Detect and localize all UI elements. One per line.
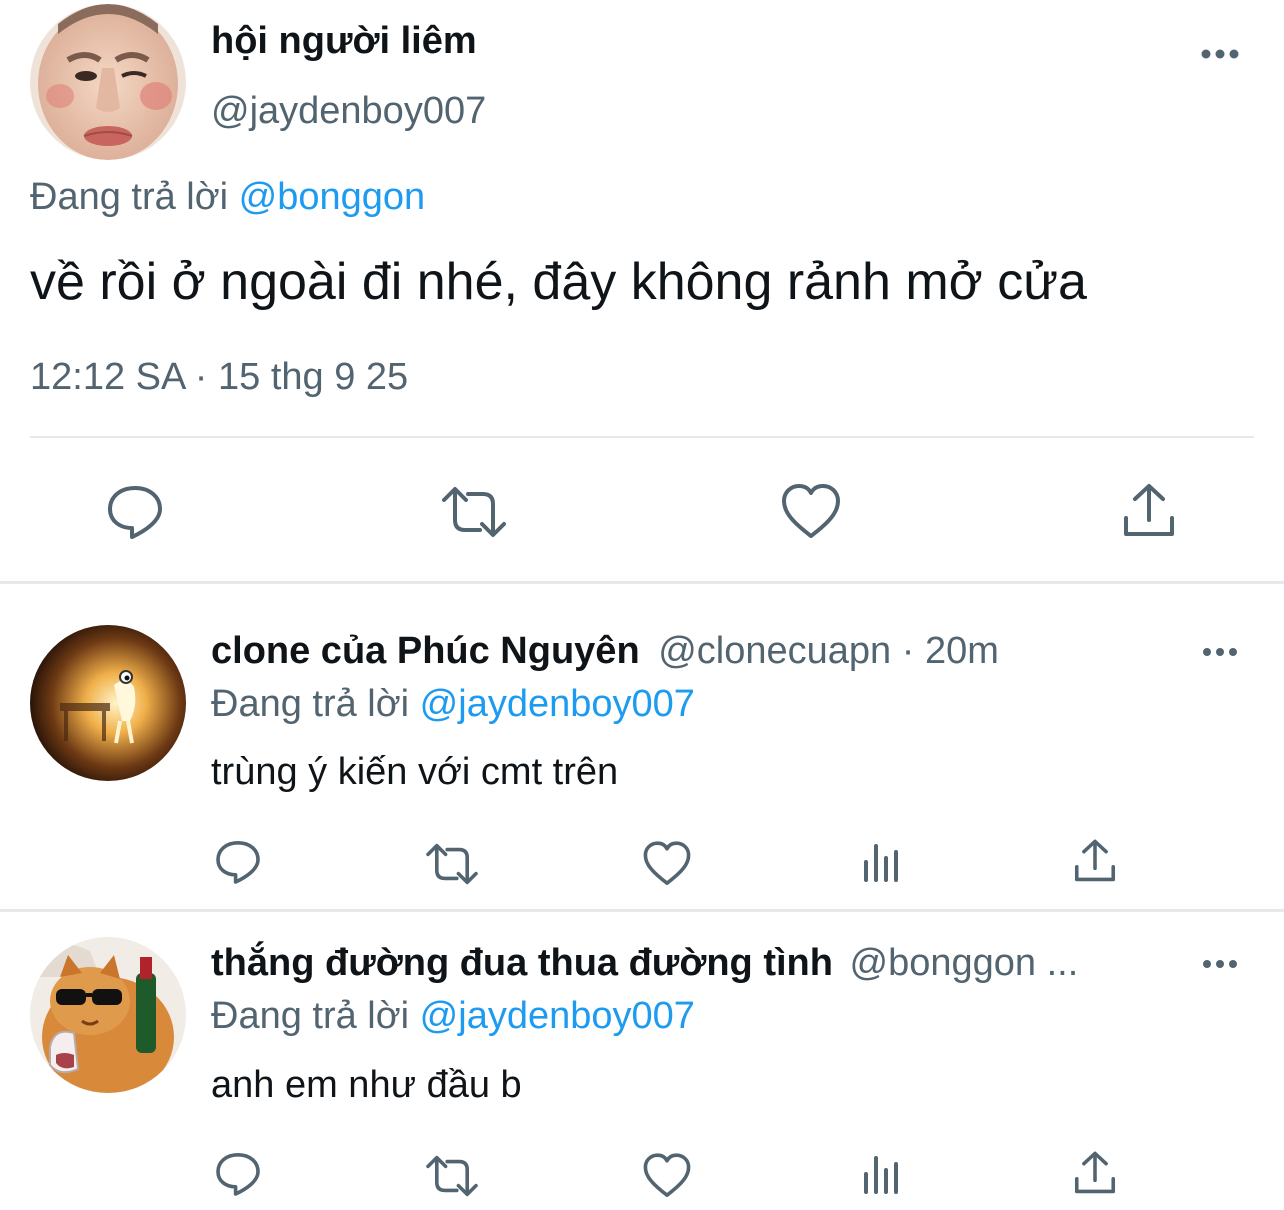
handle[interactable]: @jaydenboy007 (211, 90, 486, 133)
tweet-text: về rồi ở ngoài đi nhé, đây không rảnh mở… (30, 253, 1087, 311)
tweet-timestamp[interactable]: 12:12 SA · 15 thg 9 25 (30, 356, 408, 399)
display-name[interactable]: hội người liêm (211, 20, 477, 63)
section-divider (0, 909, 1284, 912)
more-icon[interactable] (1200, 952, 1240, 976)
replying-prefix: Đang trả lời (30, 176, 229, 218)
replying-to: Đang trả lời @jaydenboy007 (211, 995, 695, 1038)
share-icon[interactable] (1120, 482, 1178, 542)
reply-icon[interactable] (214, 838, 262, 886)
avatar[interactable] (30, 937, 186, 1093)
display-name[interactable]: thắng đường đua thua đường tình (211, 942, 833, 984)
reply-header: clone của Phúc Nguyên @clonecuapn · 20m (211, 630, 999, 673)
divider (30, 436, 1254, 438)
avatar[interactable] (30, 4, 186, 160)
section-divider (0, 581, 1284, 584)
share-icon[interactable] (1072, 1150, 1118, 1198)
views-icon[interactable] (860, 840, 904, 884)
retweet-icon[interactable] (424, 840, 480, 888)
replying-to: Đang trả lời @bonggon (30, 176, 425, 219)
share-icon[interactable] (1072, 838, 1118, 886)
replying-to: Đang trả lời @jaydenboy007 (211, 683, 695, 726)
retweet-icon[interactable] (440, 482, 508, 542)
reply-text: trùng ý kiến với cmt trên (211, 751, 619, 793)
reply-icon[interactable] (105, 482, 165, 542)
display-name[interactable]: clone của Phúc Nguyên (211, 630, 640, 672)
like-icon[interactable] (642, 1152, 692, 1200)
handle[interactable]: @bonggon ... (850, 942, 1079, 984)
replying-to-handle[interactable]: @jaydenboy007 (420, 683, 695, 725)
reply-icon[interactable] (214, 1150, 262, 1198)
reply-header: thắng đường đua thua đường tình @bonggon… (211, 942, 1078, 985)
like-icon[interactable] (780, 482, 842, 542)
handle[interactable]: @clonecuapn (658, 630, 891, 672)
replying-to-handle[interactable]: @bonggon (239, 176, 426, 218)
retweet-icon[interactable] (424, 1152, 480, 1200)
replying-prefix: Đang trả lời (211, 683, 410, 725)
replying-prefix: Đang trả lời (211, 995, 410, 1037)
more-icon[interactable] (1200, 640, 1240, 664)
reply-time[interactable]: · 20m (902, 630, 999, 672)
reply-text: anh em như đầu b (211, 1064, 522, 1106)
views-icon[interactable] (860, 1152, 904, 1196)
like-icon[interactable] (642, 840, 692, 888)
more-icon[interactable] (1198, 42, 1242, 66)
avatar[interactable] (30, 625, 186, 781)
replying-to-handle[interactable]: @jaydenboy007 (420, 995, 695, 1037)
